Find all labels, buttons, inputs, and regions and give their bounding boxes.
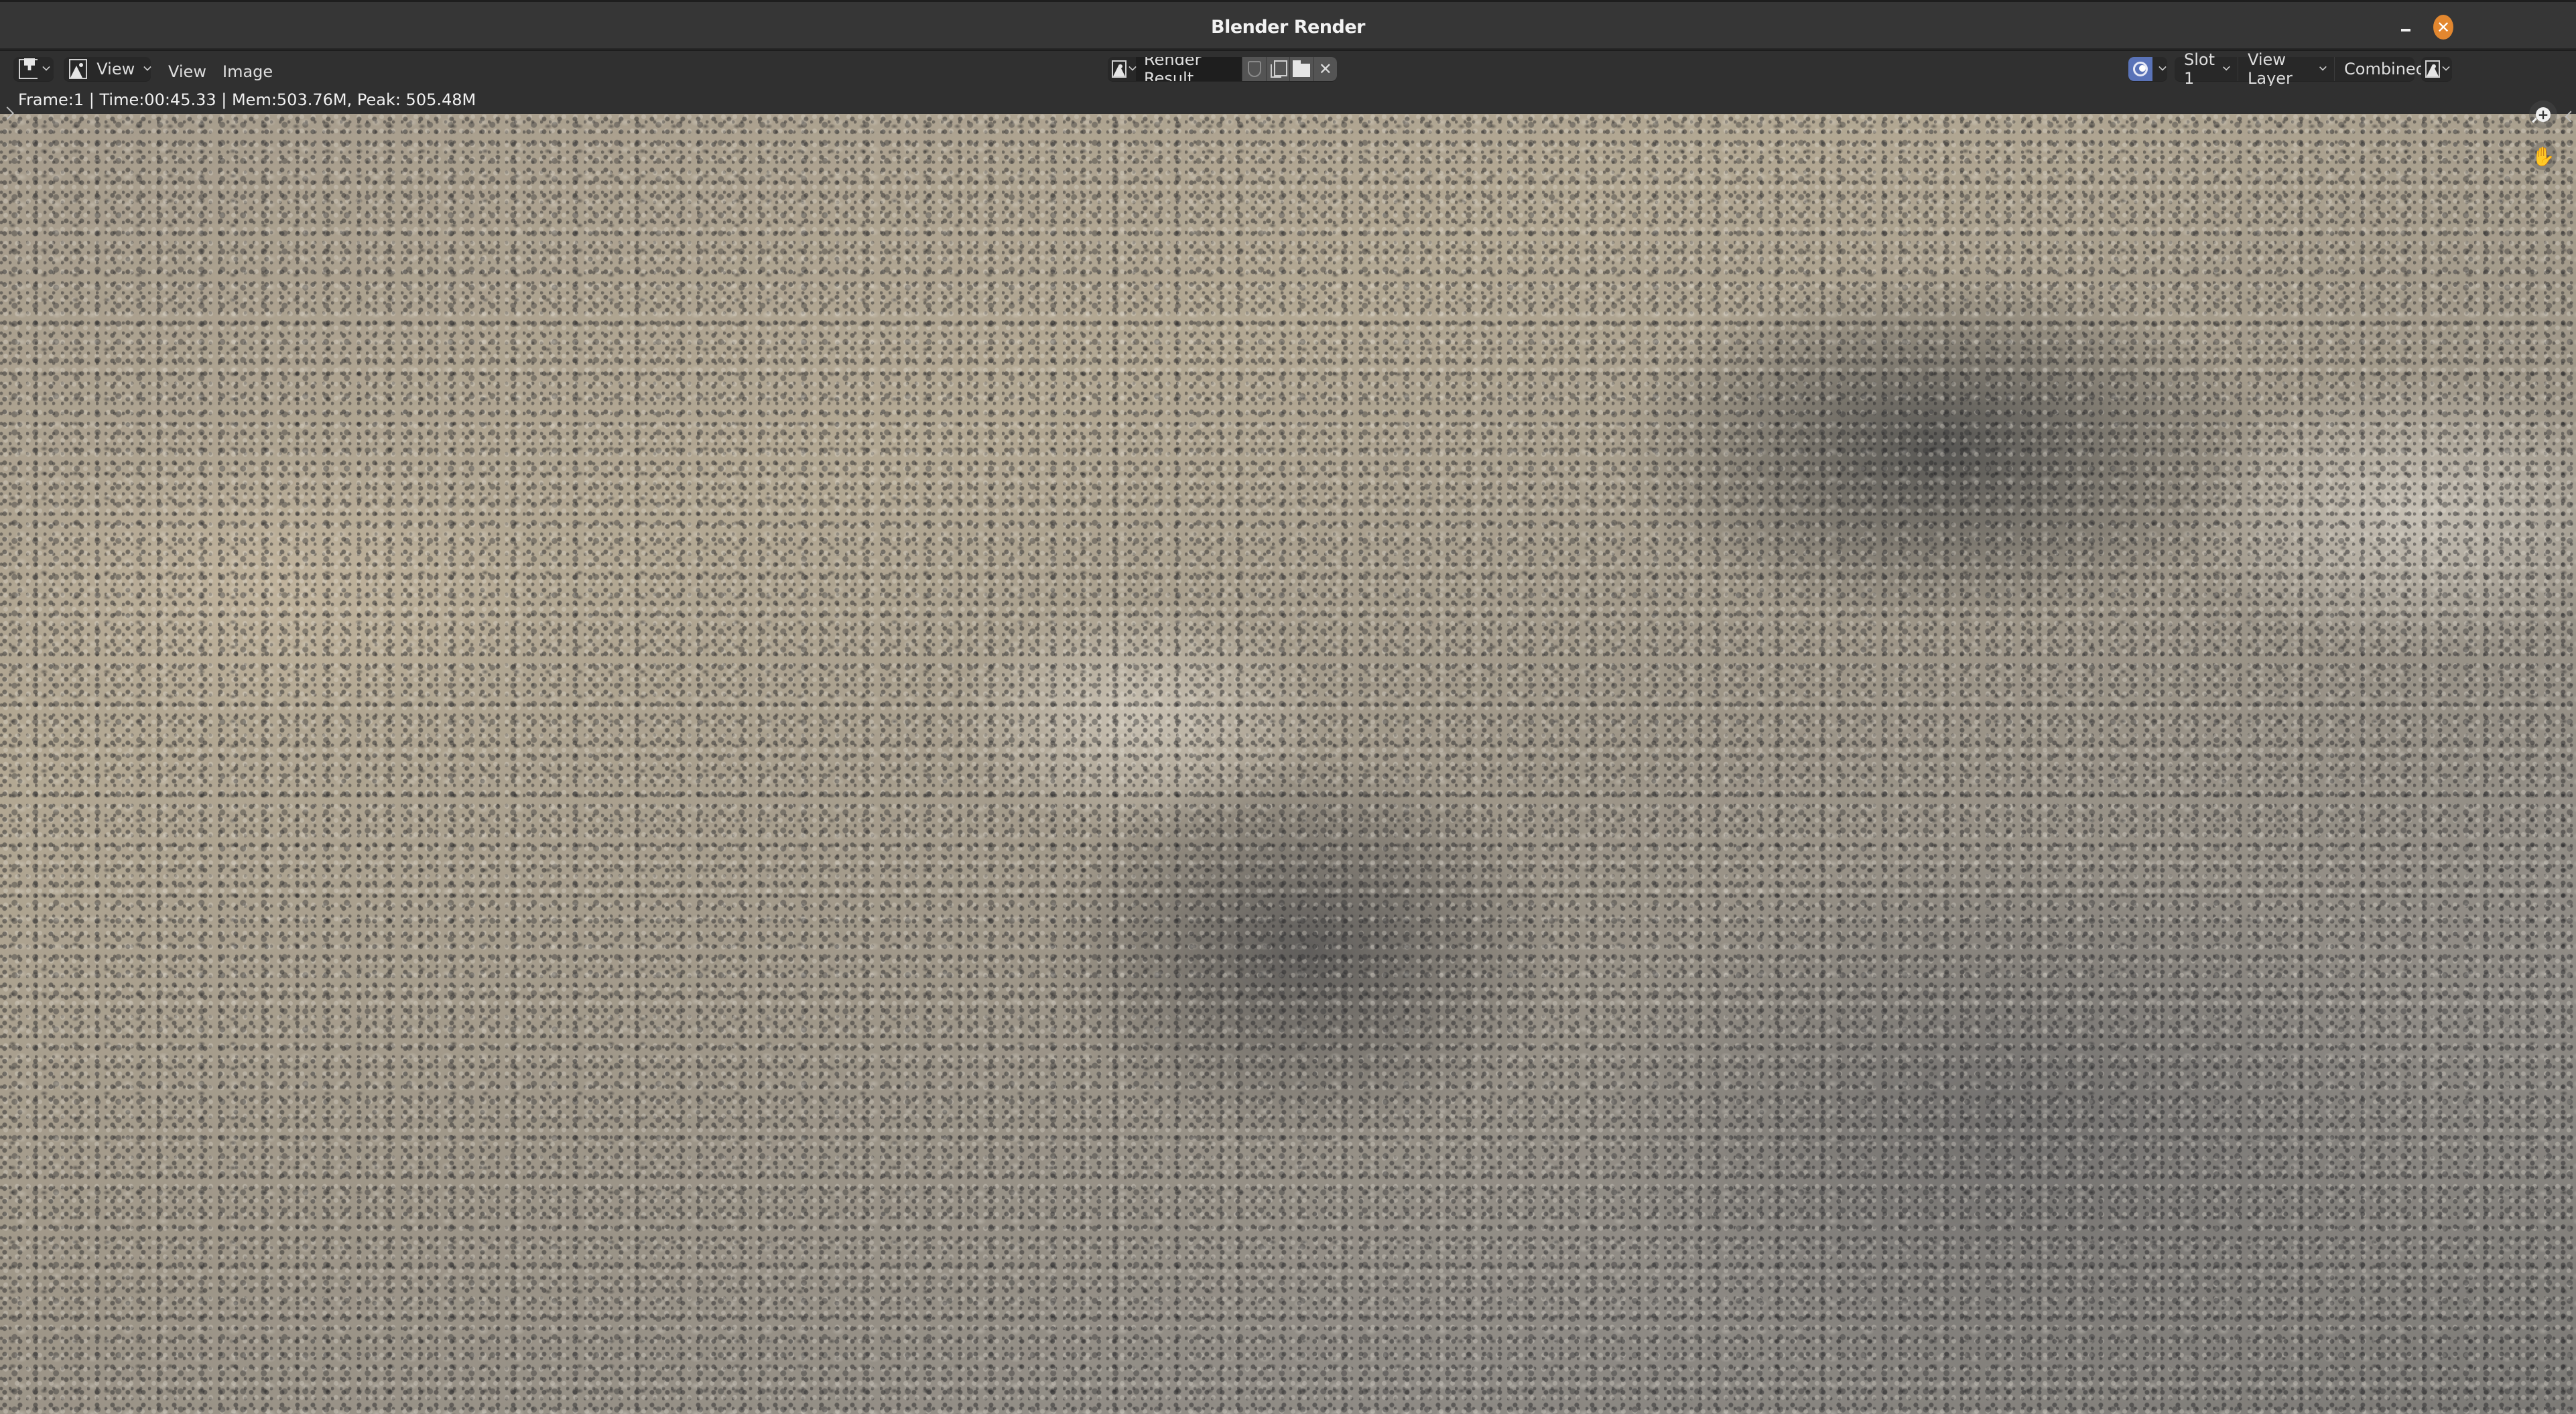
chevron-down-icon	[2223, 63, 2230, 71]
pan-hand-icon: ✋	[2531, 145, 2555, 168]
render-display-dropdown[interactable]	[2128, 57, 2167, 81]
terrain-texture-detail	[0, 114, 2576, 1414]
close-icon: ✕	[2436, 17, 2451, 37]
image-name-field[interactable]: Render Result	[1136, 57, 1242, 81]
render-result-image[interactable]	[0, 114, 2576, 1414]
zoom-gizmo[interactable]: +	[2529, 101, 2557, 129]
pass-label: Combined	[2344, 60, 2426, 78]
pan-gizmo[interactable]: ✋	[2529, 142, 2557, 170]
slot-dropdown[interactable]: Slot 1	[2175, 50, 2238, 88]
image-icon	[1112, 60, 1126, 78]
pass-dropdown[interactable]: Combined	[2335, 57, 2429, 81]
render-slot-layer-group: Slot 1 View Layer Combined	[2175, 50, 2429, 88]
fake-user-shield-icon	[1247, 61, 1261, 77]
slot-label: Slot 1	[2184, 50, 2215, 88]
editor-type-button[interactable]	[13, 57, 54, 81]
render-stats-text: Frame:1 | Time:00:45.33 | Mem:503.76M, P…	[18, 90, 476, 109]
window-title: Blender Render	[1210, 17, 1366, 38]
view-layer-dropdown[interactable]: View Layer	[2238, 50, 2335, 88]
chevron-down-icon	[143, 63, 151, 71]
fake-user-button[interactable]	[1242, 57, 1266, 81]
render-display-button[interactable]	[2128, 57, 2152, 81]
window-titlebar: Blender Render ✕	[0, 0, 2576, 50]
image-icon	[69, 59, 88, 79]
minimize-icon[interactable]	[2401, 29, 2410, 31]
zoom-icon: +	[2536, 107, 2551, 122]
chevron-down-icon	[2159, 63, 2167, 71]
display-channels-icon	[2425, 60, 2440, 78]
unlink-x-icon: ✕	[1318, 60, 1332, 78]
chevron-down-icon	[2319, 63, 2327, 71]
new-image-icon	[1270, 60, 1287, 78]
render-icon	[2133, 62, 2148, 76]
image-editor-header: View View Image Render Result ✕ Slot 1 V…	[0, 50, 2576, 88]
image-editor-icon	[19, 59, 38, 79]
mode-label: View	[96, 60, 135, 78]
image-name: Render Result	[1144, 57, 1202, 81]
image-browse-button[interactable]	[1108, 57, 1137, 81]
chevron-down-icon	[1129, 63, 1137, 71]
open-folder-icon	[1293, 60, 1311, 77]
open-image-button[interactable]	[1289, 57, 1313, 81]
chevron-down-icon	[2442, 63, 2450, 71]
close-button[interactable]: ✕	[2433, 15, 2453, 40]
menu-image[interactable]: Image	[222, 62, 273, 81]
chevron-down-icon	[42, 63, 50, 71]
image-datablock: Render Result ✕	[1108, 57, 1337, 81]
menu-view[interactable]: View	[168, 62, 206, 81]
render-info-bar: Frame:1 | Time:00:45.33 | Mem:503.76M, P…	[0, 86, 2576, 114]
unlink-image-button[interactable]: ✕	[1313, 57, 1337, 81]
new-image-button[interactable]	[1265, 57, 1290, 81]
display-channels-dropdown[interactable]	[2421, 57, 2452, 81]
view-layer-label: View Layer	[2248, 50, 2293, 88]
mode-dropdown[interactable]: View	[64, 57, 151, 81]
